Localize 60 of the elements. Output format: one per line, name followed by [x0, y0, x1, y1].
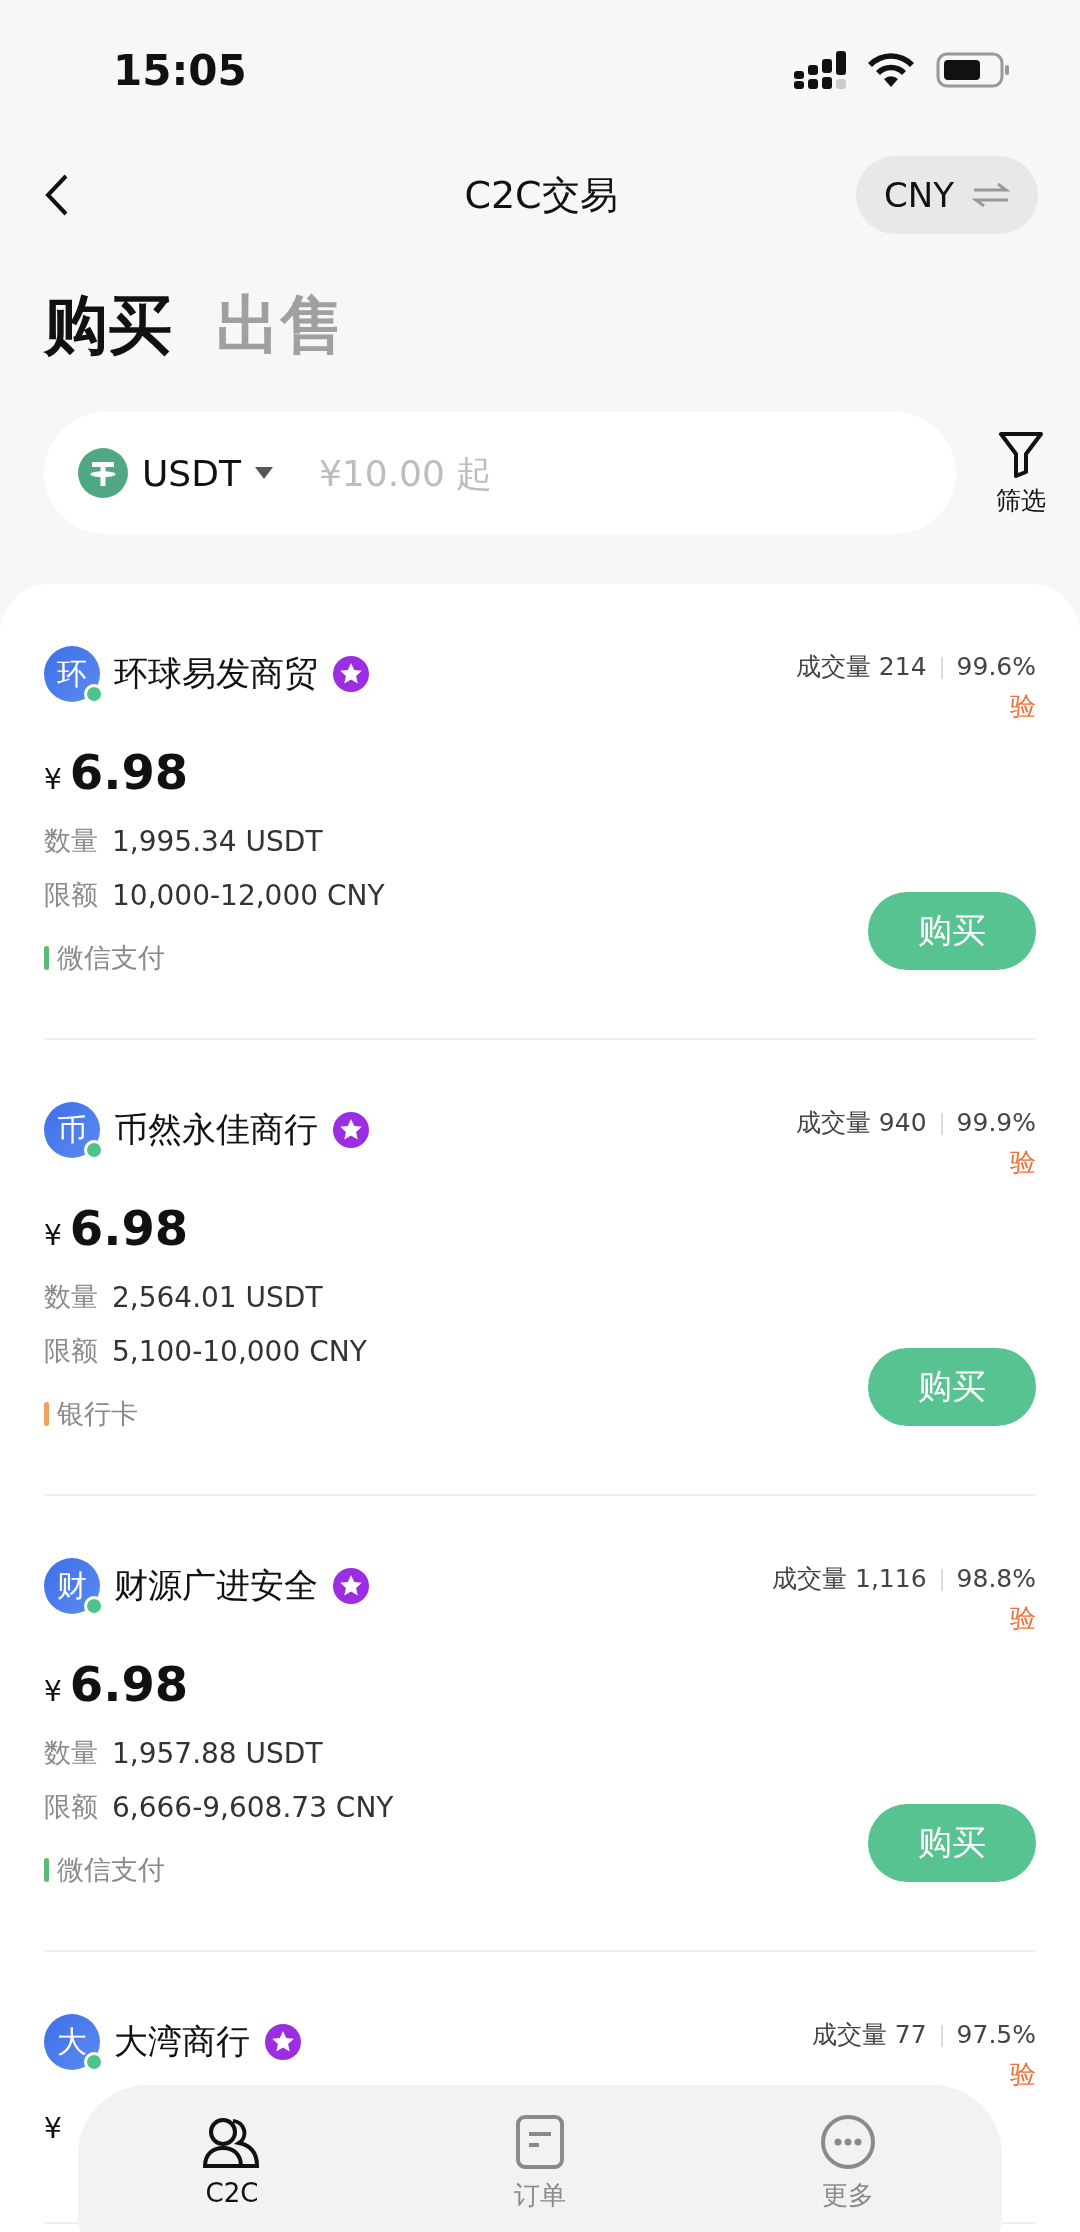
merchant-name[interactable]: 财源广进安全: [114, 1563, 318, 1609]
quantity-value: 1,995.34 USDT: [112, 824, 323, 858]
currency-symbol: ¥: [44, 1675, 62, 1708]
price: 6.98: [69, 1656, 189, 1712]
filter-button[interactable]: 筛选: [996, 429, 1046, 517]
verified-label: 验: [1010, 2058, 1036, 2091]
payment-method: 微信支付: [57, 1853, 165, 1887]
merchant-name[interactable]: 币然永佳商行: [114, 1107, 318, 1153]
star-badge-icon: [332, 655, 370, 693]
trade-stats: 成交量 214 99.6%: [795, 651, 1036, 683]
swap-icon: [972, 182, 1010, 208]
avatar: 大: [44, 2014, 100, 2070]
battery-icon: [936, 52, 1010, 88]
signal-icon: [794, 51, 846, 89]
merchant-name[interactable]: 大湾商行: [114, 2019, 250, 2065]
price: 6.98: [69, 744, 189, 800]
limit-value: 10,000-12,000 CNY: [112, 878, 385, 912]
verified-label: 验: [1010, 690, 1036, 723]
status-time: 15:05: [113, 45, 247, 95]
star-badge-icon: [264, 2023, 302, 2061]
avatar: 财: [44, 1558, 100, 1614]
caret-icon[interactable]: [254, 467, 273, 479]
trade-stats: 成交量 940 99.9%: [795, 1107, 1036, 1139]
filter-icon: [997, 429, 1045, 478]
search-field[interactable]: USDT ¥10.00 起: [44, 412, 956, 534]
verified-label: 验: [1010, 1602, 1036, 1635]
price: 6.98: [69, 1200, 189, 1256]
payment-method: 微信支付: [57, 941, 165, 975]
document-icon: [515, 2114, 565, 2170]
trade-stats: 成交量 1,116 98.8%: [772, 1563, 1036, 1595]
back-icon[interactable]: [44, 173, 70, 217]
star-badge-icon: [332, 1111, 370, 1149]
currency-button[interactable]: CNY: [856, 156, 1038, 234]
quantity-value: 1,957.88 USDT: [112, 1736, 323, 1770]
merchant-name[interactable]: 环球易发商贸: [114, 651, 318, 697]
coin-icon: [78, 448, 128, 498]
trade-stats: 成交量 77 97.5%: [811, 2019, 1036, 2051]
quantity-label: 数量: [44, 1736, 98, 1770]
tab[interactable]: 购买: [44, 281, 172, 369]
quantity-value: 2,564.01 USDT: [112, 1280, 323, 1314]
page-title: C2C交易: [464, 171, 618, 219]
nav-item[interactable]: C2C: [132, 2113, 332, 2232]
currency-symbol: ¥: [44, 2112, 62, 2145]
verified-label: 验: [1010, 1146, 1036, 1179]
coin-selector[interactable]: USDT: [142, 452, 241, 494]
quantity-label: 数量: [44, 824, 98, 858]
payment-method: 银行卡: [57, 1397, 138, 1431]
limit-value: 6,666-9,608.73 CNY: [112, 1790, 394, 1824]
currency-symbol: ¥: [44, 1219, 62, 1252]
quantity-label: 数量: [44, 1280, 98, 1314]
avatar: 环: [44, 646, 100, 702]
more-icon: [820, 2114, 876, 2170]
limit-label: 限额: [44, 1334, 98, 1368]
limit-label: 限额: [44, 878, 98, 912]
avatar: 币: [44, 1102, 100, 1158]
currency-symbol: ¥: [44, 763, 62, 796]
limit-value: 5,100-10,000 CNY: [112, 1334, 367, 1368]
star-badge-icon: [332, 1567, 370, 1605]
wifi-icon: [868, 53, 914, 87]
limit-label: 限额: [44, 1790, 98, 1824]
